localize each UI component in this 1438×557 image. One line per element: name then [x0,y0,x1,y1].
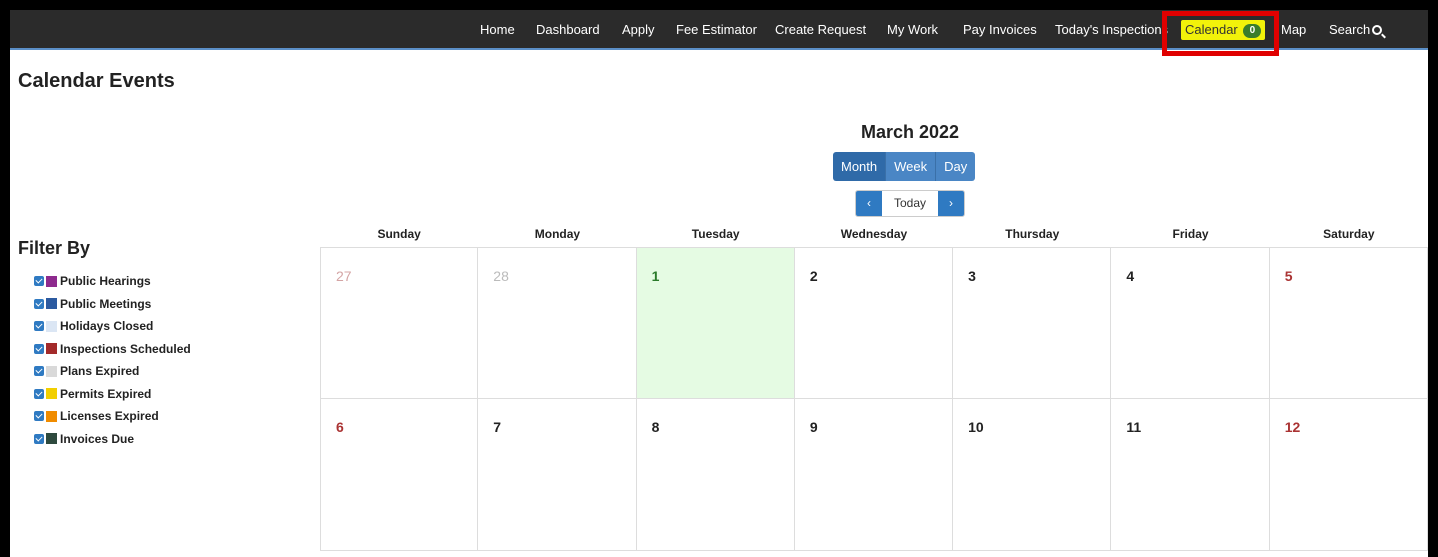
calendar-day-cell[interactable]: 6 [320,399,479,551]
checkbox-checked-icon[interactable] [34,433,44,444]
filter-title: Filter By [18,238,91,258]
nav-apply[interactable]: Apply [622,10,655,50]
color-swatch [46,298,57,310]
filter-item-label: Permits Expired [60,386,152,401]
filter-item[interactable]: Public Meetings [34,293,191,316]
filter-item-label: Public Hearings [60,274,151,289]
nav-create-request[interactable]: Create Request [775,10,866,50]
calendar-day-cell[interactable]: 1 [636,247,795,399]
prev-month-button[interactable]: ‹ [856,191,882,216]
nav-map[interactable]: Map [1281,10,1306,50]
calendar-day-cell[interactable]: 5 [1269,247,1428,399]
nav-home[interactable]: Home [480,10,515,50]
view-week-button[interactable]: Week [886,152,937,181]
color-swatch [46,365,57,377]
calendar-day-cell[interactable]: 4 [1111,247,1270,399]
day-of-week-label: Sunday [377,227,421,241]
day-of-week-label: Tuesday [691,227,740,241]
calendar-day-cell[interactable]: 27 [320,247,479,399]
calendar-highlight-box [1162,11,1279,56]
filter-item-label: Inspections Scheduled [60,341,191,356]
day-of-week-label: Saturday [1323,227,1375,241]
date-navigation: ‹ Today › [855,190,965,217]
day-of-week-label: Friday [1172,227,1209,241]
filter-item-label: Public Meetings [60,296,152,311]
calendar-day-cell[interactable]: 11 [1111,399,1270,551]
filter-item[interactable]: Permits Expired [34,383,191,406]
day-of-week-label: Thursday [1005,227,1060,241]
color-swatch [46,433,57,445]
filter-item-label: Plans Expired [60,364,140,379]
day-of-week-label: Monday [534,227,581,241]
checkbox-checked-icon[interactable] [34,298,44,309]
filter-item-label: Licenses Expired [60,409,159,424]
filter-item-label: Invoices Due [60,431,135,446]
nav-search[interactable]: Search [1329,10,1383,50]
nav-todays-inspections[interactable]: Today's Inspections [1055,10,1168,50]
checkbox-checked-icon[interactable] [34,343,44,354]
nav-my-work[interactable]: My Work [887,10,938,50]
search-icon [1372,25,1383,35]
color-swatch [46,343,57,355]
filter-item[interactable]: Invoices Due [34,428,191,451]
nav-search-label: Search [1329,22,1371,37]
calendar-day-cell[interactable]: 9 [794,399,954,551]
calendar-day-cell[interactable]: 3 [953,247,1112,399]
next-month-button[interactable]: › [938,191,964,216]
view-day-button[interactable]: Day [936,152,976,181]
calendar-day-cell[interactable]: 12 [1269,399,1428,551]
chevron-left-icon: ‹ [867,196,871,210]
month-title: March 2022 [860,122,960,142]
day-of-week-label: Wednesday [840,227,908,241]
calendar-day-cell[interactable]: 2 [794,247,954,399]
nav-fee-estimator[interactable]: Fee Estimator [676,10,757,50]
checkbox-checked-icon[interactable] [34,276,44,287]
color-swatch [46,320,57,332]
calendar-day-cell[interactable]: 7 [478,399,637,551]
calendar-day-cell[interactable]: 28 [478,247,637,399]
filter-item[interactable]: Holidays Closed [34,315,191,338]
today-button[interactable]: Today [882,191,938,216]
view-month-button[interactable]: Month [833,152,887,181]
filter-item[interactable]: Inspections Scheduled [34,338,191,361]
calendar-day-cell[interactable]: 10 [953,399,1112,551]
color-swatch [46,275,57,287]
checkbox-checked-icon[interactable] [34,366,44,377]
color-swatch [46,410,57,422]
app-frame: Home Dashboard Apply Fee Estimator Creat… [10,10,1428,557]
view-switcher: Month Week Day [833,152,976,181]
color-swatch [46,388,57,400]
calendar-day-cell[interactable]: 8 [636,399,795,551]
filter-item[interactable]: Public Hearings [34,270,191,293]
nav-pay-invoices[interactable]: Pay Invoices [963,10,1037,50]
checkbox-checked-icon[interactable] [34,411,44,422]
filter-item[interactable]: Licenses Expired [34,405,191,428]
nav-dashboard[interactable]: Dashboard [536,10,600,50]
chevron-right-icon: › [949,196,953,210]
filter-list: Public Hearings Public Meetings Holidays C… [34,270,191,450]
checkbox-checked-icon[interactable] [34,321,44,332]
page-title: Calendar Events [18,70,175,92]
checkbox-checked-icon[interactable] [34,388,44,399]
filter-item-label: Holidays Closed [60,319,154,334]
filter-item[interactable]: Plans Expired [34,360,191,383]
